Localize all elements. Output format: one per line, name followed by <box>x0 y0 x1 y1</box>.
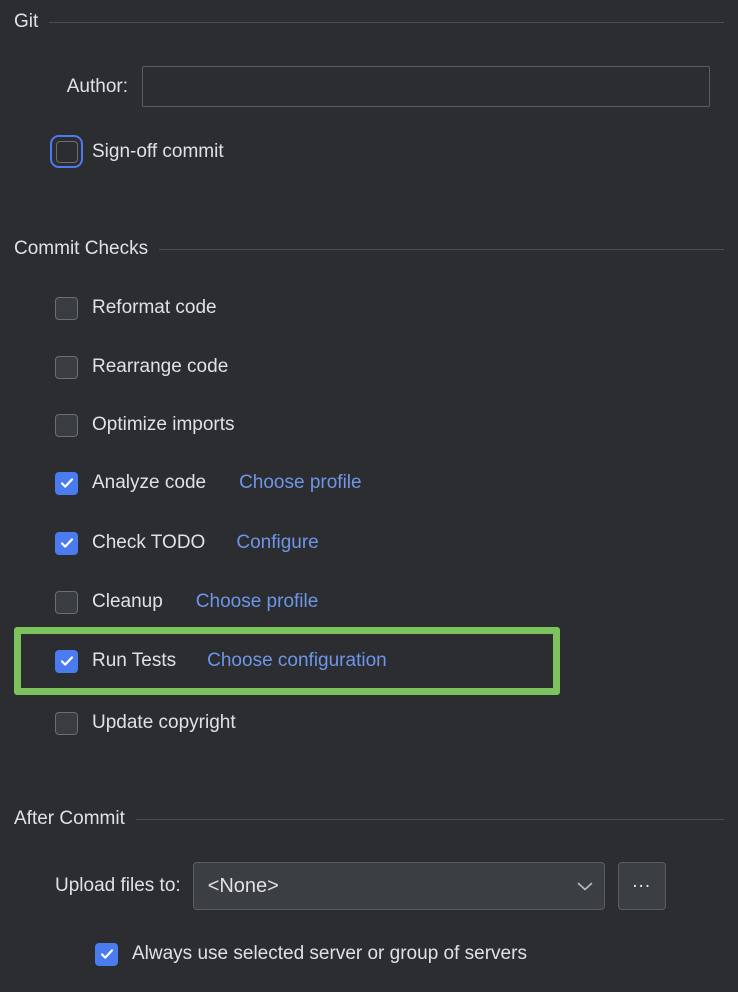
commit-settings-panel: Git Author: Sign-off commit Commit Check… <box>0 0 738 992</box>
always-use-server-row[interactable]: Always use selected server or group of s… <box>95 942 527 966</box>
analyze-code-label: Analyze code <box>92 472 207 493</box>
section-title-git: Git <box>14 11 39 32</box>
signoff-commit-checkbox[interactable] <box>50 135 83 168</box>
cleanup-choose-profile-link[interactable]: Choose profile <box>196 591 319 613</box>
check-todo-label: Check TODO <box>92 532 206 553</box>
upload-files-row: Upload files to: <None> ... <box>55 862 666 910</box>
optimize-imports-checkbox[interactable] <box>55 413 78 437</box>
author-input[interactable] <box>142 66 710 107</box>
check-row-analyze-code[interactable]: Analyze code Choose profile <box>55 471 362 495</box>
checkmark-icon <box>60 478 73 488</box>
section-header-commit-checks: Commit Checks <box>14 238 724 260</box>
section-title-commit-checks: Commit Checks <box>14 238 149 259</box>
checkmark-icon <box>60 538 73 548</box>
check-row-reformat-code[interactable]: Reformat code <box>55 296 217 320</box>
optimize-imports-label: Optimize imports <box>92 414 235 435</box>
upload-files-label: Upload files to: <box>55 875 181 896</box>
section-header-git: Git <box>14 11 724 33</box>
rearrange-code-label: Rearrange code <box>92 356 229 377</box>
check-row-check-todo[interactable]: Check TODO Configure <box>55 531 319 555</box>
cleanup-checkbox[interactable] <box>55 590 78 614</box>
section-title-after-commit: After Commit <box>14 808 125 829</box>
run-tests-label: Run Tests <box>92 650 177 671</box>
update-copyright-checkbox[interactable] <box>55 711 78 735</box>
check-row-rearrange-code[interactable]: Rearrange code <box>55 355 228 379</box>
signoff-commit-row[interactable]: Sign-off commit <box>50 135 224 168</box>
section-header-after-commit: After Commit <box>14 808 724 830</box>
signoff-commit-checkbox-box <box>55 140 78 163</box>
check-todo-checkbox[interactable] <box>55 531 78 555</box>
analyze-code-choose-profile-link[interactable]: Choose profile <box>239 472 362 494</box>
upload-server-browse-button[interactable]: ... <box>617 862 666 910</box>
author-row: Author: <box>14 66 724 107</box>
checkmark-icon <box>60 656 73 666</box>
reformat-code-label: Reformat code <box>92 297 217 318</box>
upload-server-value: <None> <box>207 874 279 897</box>
analyze-code-checkbox[interactable] <box>55 471 78 495</box>
check-row-update-copyright[interactable]: Update copyright <box>55 711 236 735</box>
check-row-cleanup[interactable]: Cleanup Choose profile <box>55 590 318 614</box>
update-copyright-label: Update copyright <box>92 712 236 733</box>
checkmark-icon <box>100 949 113 959</box>
upload-server-dropdown[interactable]: <None> <box>192 862 605 910</box>
section-rule-git <box>49 21 724 23</box>
section-rule-commit-checks <box>159 248 724 250</box>
check-todo-configure-link[interactable]: Configure <box>236 532 318 554</box>
section-rule-after-commit <box>135 818 724 820</box>
check-row-run-tests[interactable]: Run Tests Choose configuration <box>55 649 387 673</box>
rearrange-code-checkbox[interactable] <box>55 355 78 379</box>
always-use-server-label: Always use selected server or group of s… <box>132 943 527 964</box>
reformat-code-checkbox[interactable] <box>55 296 78 320</box>
check-row-optimize-imports[interactable]: Optimize imports <box>55 413 235 437</box>
run-tests-choose-configuration-link[interactable]: Choose configuration <box>207 650 387 672</box>
cleanup-label: Cleanup <box>92 591 163 612</box>
run-tests-checkbox[interactable] <box>55 649 78 673</box>
signoff-commit-label: Sign-off commit <box>92 140 224 162</box>
always-use-server-checkbox[interactable] <box>95 942 118 966</box>
chevron-down-icon <box>577 882 592 891</box>
author-label: Author: <box>66 75 128 97</box>
